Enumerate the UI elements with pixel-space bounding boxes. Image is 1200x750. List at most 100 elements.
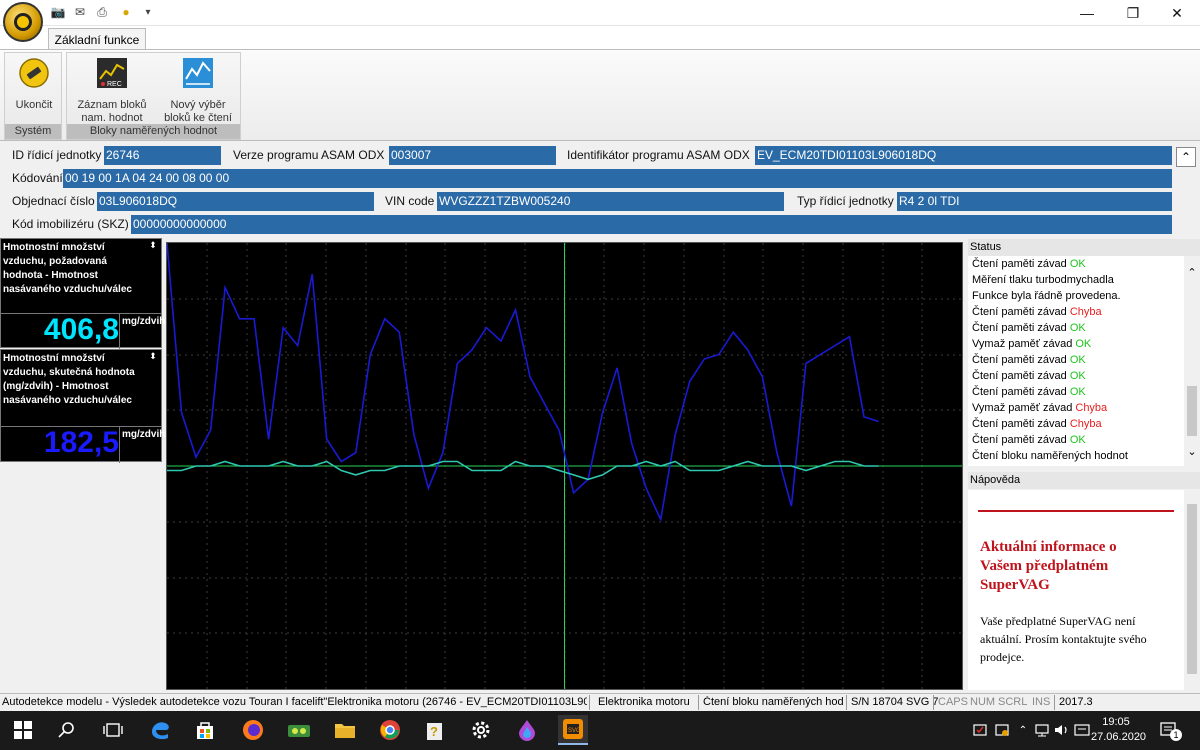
status-line: Čtení paměti závad Chyba [968, 416, 1184, 432]
status-text: Čtení bloku naměřených hodnot [972, 450, 1128, 462]
settings-gear-icon[interactable] [466, 715, 496, 745]
status-text: Čtení paměti závad [972, 434, 1070, 446]
ins-indicator: INS [1032, 696, 1051, 708]
start-windows-icon[interactable] [8, 715, 38, 745]
sensor-value: 182,5 [43, 426, 119, 459]
help-app-icon[interactable]: ? [420, 715, 450, 745]
operation-status: Čtení bloku naměřených hodno [703, 696, 843, 708]
scroll-down-icon[interactable]: ⌄ [1184, 445, 1200, 458]
sensor-panel-requested-airmass[interactable]: Hmotnostní množství vzduchu, požadovaná … [0, 238, 165, 349]
tray-expand-icon[interactable]: ⌃ [1014, 715, 1032, 745]
exit-button[interactable]: Ukončit [7, 57, 61, 112]
mail-icon[interactable]: ✉ [72, 4, 88, 20]
status-text: Čtení paměti závad [972, 306, 1070, 318]
ribbon-group-measured-blocks: REC Záznam bloků nam. hodnot Nový výběr … [66, 52, 241, 140]
camera-icon[interactable]: 📷 [50, 4, 66, 20]
scroll-up-icon[interactable]: ⌃ [1184, 266, 1200, 279]
status-line: Čtení paměti závad OK [968, 384, 1184, 400]
printer-icon[interactable]: ⎙ [94, 4, 110, 20]
divider [589, 695, 590, 710]
file-explorer-icon[interactable] [330, 715, 360, 745]
task-view-icon[interactable] [98, 715, 128, 745]
status-line: Čtení paměti závad Chyba [968, 304, 1184, 320]
order-number-label: Objednací číslo [12, 194, 95, 208]
series-line-2 [167, 460, 879, 481]
vin-label: VIN code [385, 194, 435, 208]
minimize-button[interactable]: — [1064, 0, 1110, 26]
status-line: Čtení paměti závad OK [968, 368, 1184, 384]
tray-language-icon[interactable] [1072, 715, 1092, 745]
tab-basic-functions[interactable]: Základní funkce [48, 28, 146, 50]
ribbon-tab-strip: Základní funkce [0, 26, 1200, 50]
store-icon[interactable] [190, 715, 220, 745]
immo-code-value: 00000000000000 [131, 215, 1172, 234]
tray-warning-icon[interactable] [992, 715, 1012, 745]
chrome-icon[interactable] [375, 715, 405, 745]
supervag-taskbar-icon[interactable]: SVG [558, 715, 588, 745]
edge-icon[interactable] [145, 715, 175, 745]
status-result: Chyba [1069, 418, 1102, 430]
svg-text:REC: REC [107, 81, 122, 88]
status-line: Čtení paměti závad OK [968, 256, 1184, 272]
status-result: OK [1069, 434, 1086, 446]
status-result: OK [1069, 370, 1086, 382]
scroll-thumb[interactable] [1187, 504, 1197, 674]
version-status: 2017.3 [1059, 696, 1093, 708]
ecu-type-value: R4 2 0l TDI [897, 192, 1172, 211]
status-text: Čtení paměti závad [972, 370, 1070, 382]
group-label-system: Systém [5, 124, 61, 139]
close-button[interactable]: ✕ [1154, 0, 1200, 26]
status-text: Čtení paměti závad [972, 386, 1070, 398]
restore-button[interactable]: ❐ [1110, 0, 1156, 26]
vin-value: WVGZZZ1TZBW005240 [437, 192, 784, 211]
status-scrollbar[interactable]: ⌃ ⌄ [1184, 256, 1200, 466]
chevron-up-icon: ⌃ [1180, 150, 1192, 164]
coding-label: Kódování [12, 171, 63, 185]
notifications-icon[interactable]: 1 [1154, 715, 1184, 745]
status-log: Čtení paměti závad OK Měření tlaku turbod… [968, 256, 1184, 466]
new-block-selection-button[interactable]: Nový výběr bloků ke čtení [159, 57, 237, 125]
app-green-icon[interactable] [284, 715, 314, 745]
graph-canvas [166, 242, 962, 689]
divider [978, 510, 1174, 512]
asam-version-label: Verze programu ASAM ODX [233, 148, 385, 162]
autodetect-status: Autodetekce modelu - Výsledek autodetekc… [2, 696, 587, 708]
help-header: Nápověda [968, 472, 1200, 489]
divider [119, 426, 120, 463]
ecu-id-label: ID řídicí jednotky [12, 148, 102, 162]
drop-app-icon[interactable] [512, 715, 542, 745]
live-data-graph[interactable] [166, 242, 963, 690]
lightbulb-icon[interactable]: ● [118, 4, 134, 20]
scroll-thumb[interactable] [1187, 386, 1197, 436]
divider [846, 695, 847, 710]
customize-quick-access-icon[interactable]: ▾ [140, 4, 156, 20]
notification-count-badge: 1 [1170, 729, 1182, 741]
status-result: OK [1069, 386, 1086, 398]
collapse-info-button[interactable]: ⌃ [1176, 147, 1196, 167]
status-text: Čtení paměti závad [972, 354, 1070, 366]
help-content: Aktuální informace o Vašem předplatném S… [968, 490, 1184, 690]
tray-network-icon[interactable] [1032, 715, 1052, 745]
immo-code-label: Kód imobilizéru (SKZ) [12, 217, 129, 231]
sensor-title: Hmotnostní množství vzduchu, skutečná ho… [3, 353, 135, 406]
app-menu-button[interactable] [3, 2, 43, 42]
exit-icon [19, 58, 49, 88]
tray-volume-icon[interactable] [1052, 715, 1072, 745]
status-line: Vymaž paměť závad Chyba [968, 400, 1184, 416]
sensor-panel-actual-airmass[interactable]: Hmotnostní množství vzduchu, skutečná ho… [0, 349, 165, 463]
record-blocks-button[interactable]: REC Záznam bloků nam. hodnot [71, 57, 153, 125]
tray-security-icon[interactable] [970, 715, 990, 745]
firefox-icon[interactable] [238, 715, 268, 745]
help-scrollbar[interactable] [1184, 490, 1200, 690]
expand-collapse-icon[interactable]: ⬍ [147, 351, 159, 361]
status-line: Měření tlaku turbodmychadla [968, 272, 1184, 288]
scrl-indicator: SCRL [998, 696, 1028, 708]
info-row-ecu: ID řídicí jednotky 26746 Verze programu … [0, 145, 1200, 167]
asam-version-value: 003007 [389, 146, 556, 165]
taskbar-clock[interactable]: 19:05 27.06.2020 [1091, 715, 1146, 745]
expand-collapse-icon[interactable]: ⬍ [147, 240, 159, 250]
chart-select-icon [183, 58, 213, 88]
ecu-id-value: 26746 [104, 146, 221, 165]
status-result: OK [1075, 338, 1092, 350]
search-icon[interactable] [52, 715, 82, 745]
